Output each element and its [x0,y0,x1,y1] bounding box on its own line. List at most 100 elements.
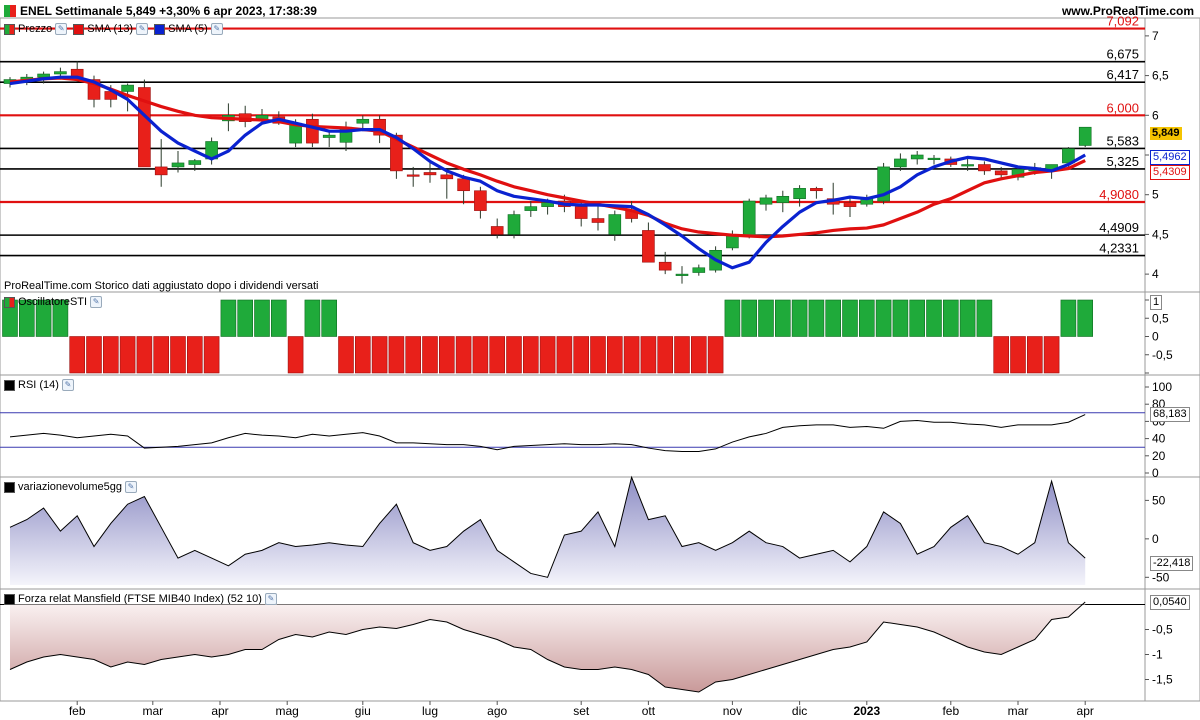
sti-bar [472,336,489,374]
price-axis-label: 4 [1152,267,1159,281]
sti-bar [959,299,976,337]
sti-bar [338,336,354,374]
candle-body [726,235,739,249]
sti-bar [69,336,85,374]
sti-bar [590,336,606,374]
mansfield-swatch [4,593,15,605]
wrench-icon[interactable]: ✎ [124,481,137,493]
mansfield-legend-label: Forza relat Mansfield (FTSE MIB40 Index)… [18,593,262,605]
sti-bar [388,336,405,374]
wrench-icon[interactable]: ✎ [210,23,223,35]
time-axis-label: feb [942,704,959,718]
sti-bar [522,336,539,374]
candle-body [927,157,941,160]
sti-bar [993,336,1010,374]
sti-bar [858,299,875,337]
vol-legend[interactable]: variazionevolume5gg ✎ [4,481,143,493]
mansfield-axis-label: -1,5 [1152,673,1173,687]
sti-bar [539,336,556,374]
candle-body [37,73,50,78]
candle-body [692,267,706,273]
level-label: 5,325 [1106,154,1139,169]
candle-body [810,188,823,192]
candle-body [188,160,202,165]
sti-bar [657,336,674,374]
vol-axis-label: 0 [1152,532,1159,546]
sti-bar [354,336,371,374]
candle-body [171,162,185,168]
sti-bar [220,299,237,337]
candle-body [457,178,470,192]
sti-bar [690,336,707,374]
time-axis-label: mar [142,704,163,718]
pane-2-frame [0,374,1200,478]
candle-body [154,166,168,176]
sti-bar [640,336,657,374]
chart-canvas: 44,555,566,577,0926,6756,4176,0005,5835,… [0,14,1200,718]
sti-bar [153,336,169,374]
rsi-value-tag: 68,183 [1150,407,1190,422]
time-axis-label: 2023 [853,704,880,718]
mansfield-value-tag: 0,0540 [1150,595,1190,610]
vol-swatch [4,481,15,493]
sti-bar [724,299,741,337]
sti-value-tag: 1 [1150,295,1163,310]
sti-bar [136,336,153,374]
site-link[interactable]: www.ProRealTime.com [1062,4,1194,18]
candle-body [608,214,622,235]
rsi-axis-label: 100 [1152,380,1172,394]
price-legend[interactable]: Prezzo ✎ SMA (13) ✎ SMA (5) ✎ [4,23,229,35]
sma5-swatch [154,23,166,35]
sti-legend[interactable]: OscillatoreSTI ✎ [4,296,108,308]
time-axis-label: nov [723,704,742,718]
wrench-icon[interactable]: ✎ [90,296,103,308]
level-label: 6,000 [1106,100,1139,115]
sti-bar [1077,299,1093,337]
wrench-icon[interactable]: ✎ [136,23,149,35]
candle-body [440,174,454,180]
sti-bar [741,299,758,337]
time-axis-label: apr [1077,704,1094,718]
sti-bar [1010,336,1026,374]
time-axis-label: dic [792,704,807,718]
sti-bar [758,299,774,337]
mansfield-axis-label: -1 [1152,648,1163,662]
candle-body [910,154,924,160]
sti-bar [892,299,909,337]
wrench-icon[interactable]: ✎ [61,379,74,391]
wrench-icon[interactable]: ✎ [264,593,277,605]
candle-body [591,218,605,223]
candle-body [507,214,521,235]
level-label: 6,675 [1106,47,1139,62]
chart-header: ENEL Settimanale 5,849 +3,30% 6 apr 2023… [4,4,317,18]
time-axis-label: mar [1008,704,1029,718]
sma13-legend-label: SMA (13) [87,23,134,35]
sti-bar [674,336,690,374]
candle-body [121,84,134,92]
sti-axis-label: 0 [1152,330,1159,344]
vol-axis-label: 50 [1152,493,1166,507]
sti-bar [287,336,304,374]
sti-bar [623,336,640,374]
sti-bar [791,299,808,337]
candle-body [776,195,790,203]
wrench-icon[interactable]: ✎ [55,23,68,35]
sma5-legend-label: SMA (5) [168,23,208,35]
vol-value-tag: -22,418 [1150,556,1194,571]
sti-bar [321,299,338,337]
sma5-value-tag: 5,4962 [1150,150,1190,165]
sti-bar [573,336,590,374]
vol-axis-label: -50 [1152,570,1170,584]
rsi-axis-label: 40 [1152,432,1166,446]
sti-bar [808,299,825,337]
mansfield-legend[interactable]: Forza relat Mansfield (FTSE MIB40 Index)… [4,593,283,605]
candle-body [524,206,538,211]
sti-bar [875,299,892,337]
rsi-legend[interactable]: RSI (14) ✎ [4,379,80,391]
sti-bar [254,299,270,337]
sti-bar [455,336,472,374]
candle-body [474,190,487,211]
sti-bar [438,336,455,374]
price-axis-label: 5 [1152,188,1159,202]
candle-body [994,170,1008,176]
